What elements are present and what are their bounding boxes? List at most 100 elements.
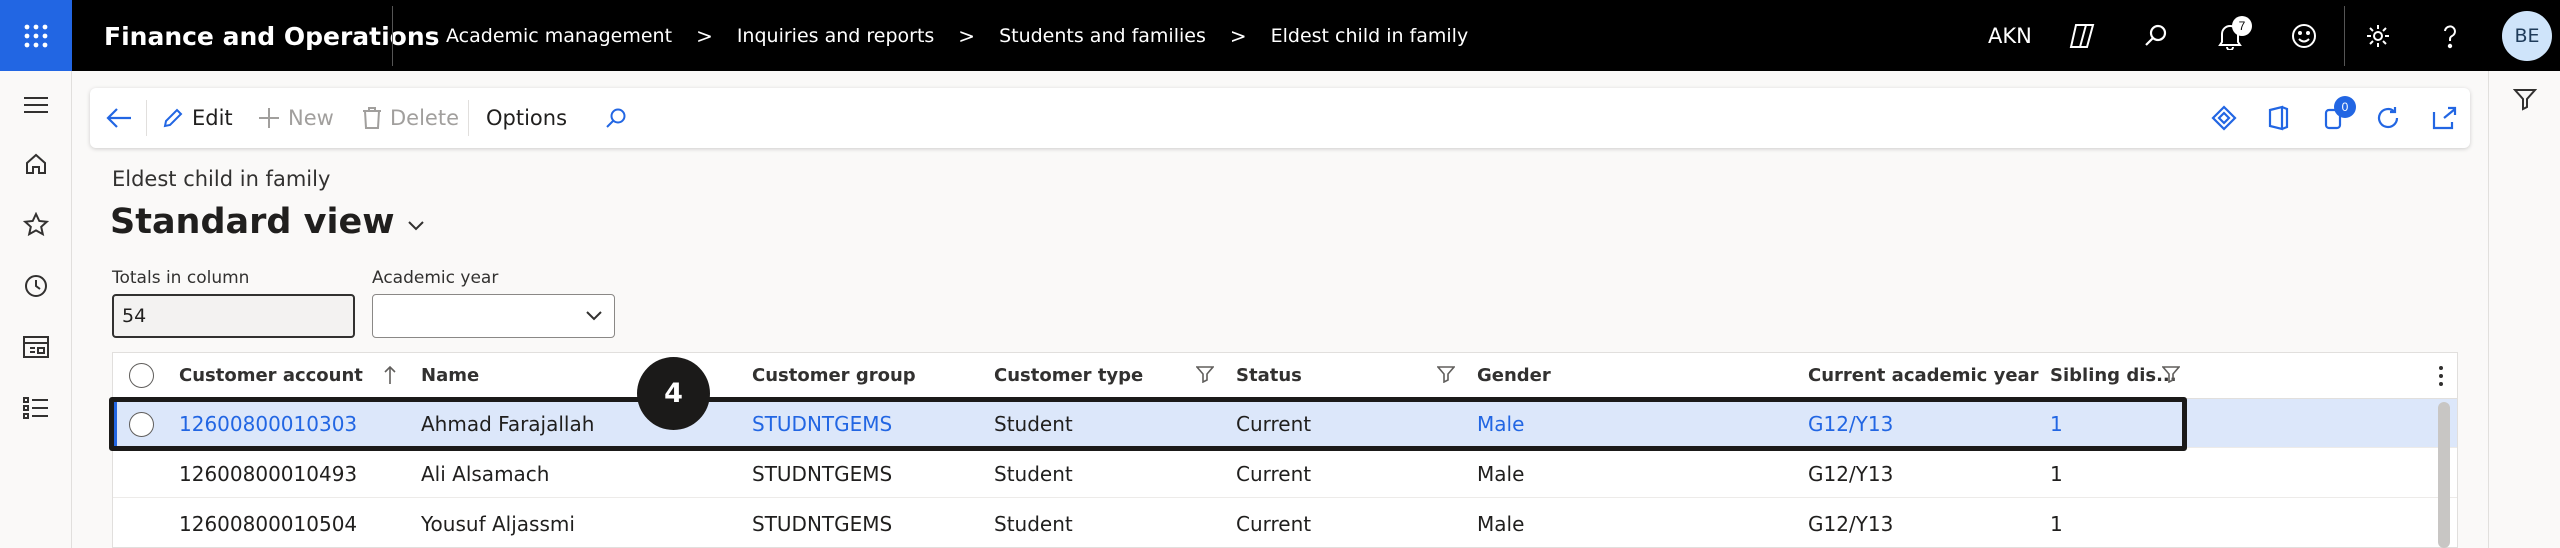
search-icon: [2145, 24, 2167, 46]
app-title[interactable]: Finance and Operations: [104, 22, 440, 51]
office-button[interactable]: [2260, 100, 2296, 136]
smiley-icon: [2292, 24, 2316, 48]
column-header-status[interactable]: Status: [1236, 365, 1302, 386]
gender-cell: Male: [1477, 512, 1525, 536]
table-row[interactable]: 12600800010504 Yousuf Aljassmi STUDNTGEM…: [113, 499, 2457, 547]
select-all-checkbox[interactable]: [129, 363, 154, 388]
customer-account-cell[interactable]: 12600800010493: [179, 462, 357, 486]
divider: [392, 6, 393, 66]
modules-button[interactable]: [16, 388, 56, 428]
gear-icon: [2367, 25, 2389, 47]
new-button[interactable]: New: [258, 88, 334, 148]
app-launcher-button[interactable]: [0, 0, 72, 71]
gender-cell: Male: [1477, 462, 1525, 486]
workspace-icon: [23, 336, 49, 358]
open-new-window-button[interactable]: [2426, 100, 2462, 136]
feedback-button[interactable]: [2284, 16, 2324, 56]
sort-ascending-icon: [384, 365, 396, 384]
avatar[interactable]: BE: [2502, 11, 2552, 61]
attachments-button[interactable]: 0: [2316, 96, 2356, 136]
search-icon: [606, 108, 626, 128]
expand-nav-button[interactable]: [16, 85, 56, 125]
funnel-icon[interactable]: [1196, 365, 1214, 383]
search-button[interactable]: [2136, 16, 2176, 56]
column-header-customer-group[interactable]: Customer group: [752, 365, 916, 386]
view-name: Standard view: [110, 202, 395, 242]
new-label: New: [288, 106, 334, 130]
column-header-customer-account[interactable]: Customer account: [179, 365, 363, 386]
home-button[interactable]: [16, 144, 56, 184]
delete-label: Delete: [390, 106, 459, 130]
funnel-icon[interactable]: [2162, 365, 2180, 383]
workspaces-button[interactable]: [16, 327, 56, 367]
edit-button[interactable]: Edit: [162, 88, 233, 148]
popout-icon: [2432, 106, 2457, 130]
academic-year-cell: G12/Y13: [1808, 512, 1894, 536]
question-icon: [2444, 25, 2456, 49]
star-icon: [23, 212, 49, 237]
funnel-icon[interactable]: [1437, 365, 1455, 383]
power-apps-button[interactable]: [2206, 100, 2242, 136]
funnel-icon: [2512, 89, 2538, 111]
company-picker[interactable]: AKN: [1988, 24, 2032, 48]
hamburger-icon: [24, 97, 48, 113]
column-header-gender[interactable]: Gender: [1477, 365, 1551, 386]
breadcrumb-item[interactable]: Eldest child in family: [1271, 25, 1469, 47]
attachments-count-badge: 0: [2334, 96, 2356, 118]
action-search-button[interactable]: [604, 88, 628, 148]
column-header-name[interactable]: Name: [421, 365, 479, 386]
view-selector[interactable]: Standard view: [110, 202, 425, 242]
favorites-button[interactable]: [16, 205, 56, 245]
refresh-icon: [2377, 107, 2399, 129]
more-options-icon[interactable]: [2438, 365, 2444, 387]
column-header-customer-type[interactable]: Customer type: [994, 365, 1143, 386]
customer-group-cell: STUDNTGEMS: [752, 512, 893, 536]
back-button[interactable]: [106, 88, 132, 148]
options-tab[interactable]: Options: [486, 88, 567, 148]
academic-year-dropdown[interactable]: [372, 294, 615, 338]
breadcrumb-item[interactable]: Inquiries and reports: [737, 25, 934, 47]
table-row[interactable]: 12600800010493 Ali Alsamach STUDNTGEMS S…: [113, 449, 2457, 498]
column-header-sibling-discount[interactable]: Sibling dis...: [2050, 365, 2177, 386]
notification-count-badge: 7: [2232, 16, 2252, 36]
copilot-button[interactable]: [2062, 16, 2102, 56]
grid-header: Customer account Name Customer group Cus…: [113, 353, 2457, 399]
pencil-icon: [163, 108, 183, 128]
totals-field[interactable]: 54: [112, 294, 355, 338]
navigation-pane: [0, 71, 72, 548]
clock-icon: [25, 275, 47, 297]
action-pane: Edit New Delete Options 0: [90, 88, 2470, 148]
notifications-button[interactable]: 7: [2210, 16, 2252, 56]
chevron-down-icon: [407, 221, 424, 231]
breadcrumb-item[interactable]: Academic management: [446, 25, 672, 47]
column-header-current-academic-year[interactable]: Current academic year: [1808, 365, 2039, 386]
divider: [2344, 6, 2345, 66]
office-icon: [2268, 105, 2289, 131]
copilot-icon: [2069, 24, 2095, 48]
breadcrumb: Academic management > Inquiries and repo…: [446, 24, 1468, 48]
delete-button[interactable]: Delete: [362, 88, 459, 148]
chevron-down-icon: [586, 311, 602, 321]
name-cell: Ali Alsamach: [421, 462, 550, 486]
vertical-scrollbar[interactable]: [2438, 402, 2450, 548]
recent-button[interactable]: [16, 266, 56, 306]
name-cell: Yousuf Aljassmi: [421, 512, 575, 536]
step-highlight-box: [109, 397, 2187, 451]
options-label: Options: [486, 106, 568, 130]
filter-pane-rail: [2488, 71, 2560, 548]
settings-button[interactable]: [2358, 16, 2398, 56]
help-button[interactable]: [2430, 16, 2470, 56]
back-arrow-icon: [106, 108, 131, 128]
breadcrumb-separator: >: [696, 24, 713, 48]
page-caption: Eldest child in family: [112, 167, 331, 191]
home-icon: [26, 153, 46, 174]
customer-account-cell[interactable]: 12600800010504: [179, 512, 357, 536]
top-navigation-bar: Finance and Operations Academic manageme…: [0, 0, 2560, 71]
status-cell: Current: [1236, 512, 1312, 536]
waffle-icon: [24, 24, 48, 47]
refresh-button[interactable]: [2370, 100, 2406, 136]
breadcrumb-item[interactable]: Students and families: [999, 25, 1206, 47]
list-icon: [23, 397, 48, 419]
filter-button[interactable]: [2512, 87, 2538, 116]
academic-year-label: Academic year: [372, 268, 499, 288]
